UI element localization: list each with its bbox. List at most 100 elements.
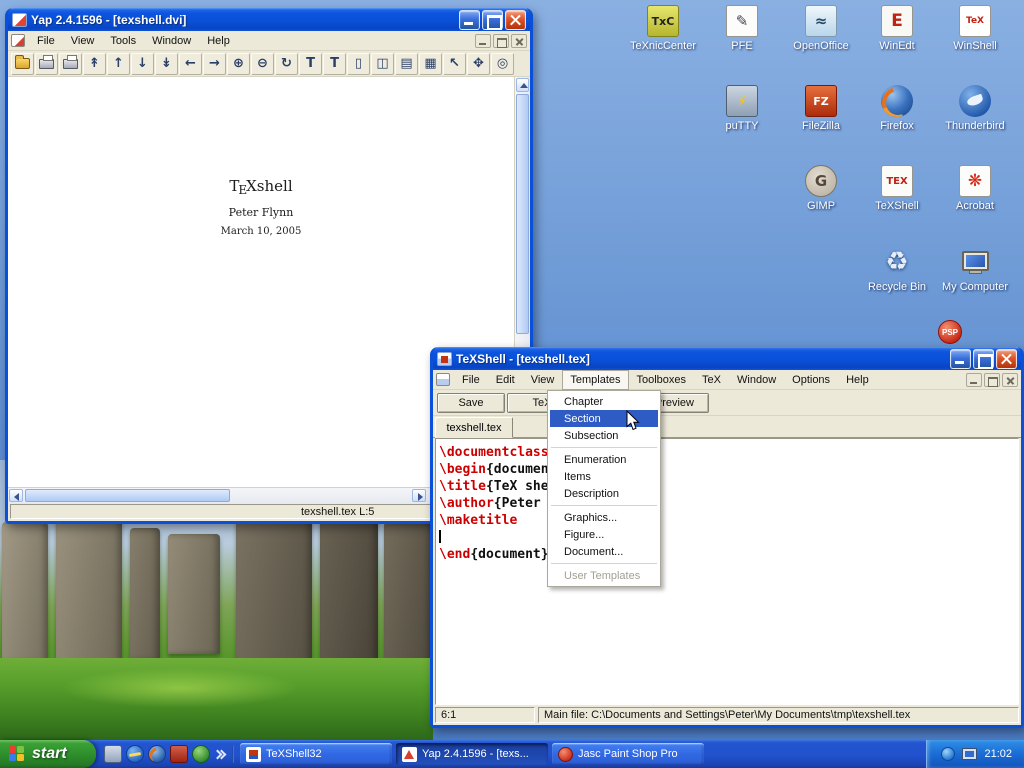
menu-item-enumeration[interactable]: Enumeration — [550, 451, 658, 468]
desktop-icon-acrobat[interactable]: ❋ Acrobat — [939, 165, 1011, 212]
child-restore-button[interactable] — [493, 34, 509, 48]
internet-explorer-icon[interactable] — [126, 745, 144, 763]
menu-window[interactable]: Window — [144, 31, 199, 51]
continuous-two-pages-button[interactable]: ▦ — [419, 53, 442, 75]
hand-tool-button[interactable]: ✥ — [467, 53, 490, 75]
quicklaunch-app-icon[interactable] — [104, 745, 122, 763]
child-close-button[interactable] — [1002, 373, 1018, 387]
scroll-left-button[interactable] — [9, 489, 23, 502]
continuous-button[interactable]: ▤ — [395, 53, 418, 75]
minimize-button[interactable] — [950, 349, 971, 369]
menu-window[interactable]: Window — [729, 370, 784, 390]
menu-help[interactable]: Help — [838, 370, 877, 390]
yap-titlebar[interactable]: Yap 2.4.1596 - [texshell.dvi] — [8, 8, 530, 31]
menu-options[interactable]: Options — [784, 370, 838, 390]
desktop-icon-openoffice[interactable]: ≈ OpenOffice — [785, 5, 857, 52]
desktop-icon-recycle-bin[interactable]: ♻ Recycle Bin — [861, 246, 933, 293]
code-line: \end{document} — [439, 546, 1015, 563]
menu-templates[interactable]: Templates — [562, 370, 628, 390]
texshell-titlebar[interactable]: TeXShell - [texshell.tex] — [433, 347, 1021, 370]
zoom-out-button[interactable]: ⊖ — [251, 53, 274, 75]
select-tool-button[interactable]: ↖ — [443, 53, 466, 75]
first-page-button[interactable]: ↟ — [83, 53, 106, 75]
desktop-icon-gimp[interactable]: G GIMP — [785, 165, 857, 212]
save-button[interactable]: Save — [437, 393, 505, 413]
close-button[interactable] — [505, 10, 526, 30]
taskbar-button-paint-shop-pro[interactable]: Jasc Paint Shop Pro — [552, 743, 704, 765]
print-setup-button[interactable] — [59, 53, 82, 75]
menu-view[interactable]: View — [523, 370, 563, 390]
desktop-icon-filezilla[interactable]: FZ FileZilla — [785, 85, 857, 132]
print-button[interactable] — [35, 53, 58, 75]
desktop-icon-pfe[interactable]: ✎ PFE — [706, 5, 778, 52]
menu-item-subsection[interactable]: Subsection — [550, 427, 658, 444]
child-restore-button[interactable] — [984, 373, 1000, 387]
menu-item-graphics[interactable]: Graphics... — [550, 509, 658, 526]
quicklaunch-app-icon[interactable] — [170, 745, 188, 763]
zoom-in-button[interactable]: ⊕ — [227, 53, 250, 75]
scroll-thumb[interactable] — [25, 489, 230, 502]
desktop-icon-winedt[interactable]: E WinEdt — [861, 5, 933, 52]
desktop-icon-texniccenter[interactable]: TxC TeXnicCenter — [627, 5, 699, 52]
menu-toolboxes[interactable]: Toolboxes — [629, 370, 695, 390]
back-button[interactable]: ← — [179, 53, 202, 75]
menu-help[interactable]: Help — [199, 31, 238, 51]
taskbar-divider — [232, 745, 234, 763]
forward-button[interactable]: → — [203, 53, 226, 75]
close-button[interactable] — [996, 349, 1017, 369]
code-editor[interactable]: \documentclass{\begin{document\title{TeX… — [435, 438, 1019, 705]
desktop-icon-firefox[interactable]: Firefox — [861, 85, 933, 132]
maximize-button[interactable] — [973, 349, 994, 369]
menu-tools[interactable]: Tools — [102, 31, 144, 51]
two-pages-button[interactable]: ◫ — [371, 53, 394, 75]
menu-file[interactable]: File — [29, 31, 63, 51]
menu-item-chapter[interactable]: Chapter — [550, 393, 658, 410]
desktop-icon-winshell[interactable]: TeX WinShell — [939, 5, 1011, 52]
next-page-button[interactable]: ↓ — [131, 53, 154, 75]
tray-network-icon[interactable] — [962, 748, 977, 760]
tray-status-icon[interactable] — [941, 747, 955, 761]
desktop-icon-thunderbird[interactable]: Thunderbird — [939, 85, 1011, 132]
menu-edit[interactable]: Edit — [488, 370, 523, 390]
mouse-cursor — [626, 410, 640, 431]
tab-texshell-tex[interactable]: texshell.tex — [435, 417, 513, 438]
start-button[interactable]: start — [0, 740, 96, 768]
desktop-icon-texshell[interactable]: TEX TeXShell — [861, 165, 933, 212]
child-close-button[interactable] — [511, 34, 527, 48]
menu-item-description[interactable]: Description — [550, 485, 658, 502]
menu-tex[interactable]: TeX — [694, 370, 729, 390]
last-page-button[interactable]: ↡ — [155, 53, 178, 75]
open-button[interactable] — [11, 53, 34, 75]
single-page-button[interactable]: ▯ — [347, 53, 370, 75]
firefox-icon[interactable] — [148, 745, 166, 763]
desktop-icon-my-computer[interactable]: My Computer — [939, 246, 1011, 293]
stone — [320, 512, 378, 680]
text-mode-button[interactable]: T — [299, 53, 322, 75]
minimize-button[interactable] — [459, 10, 480, 30]
menu-item-section[interactable]: Section — [550, 410, 658, 427]
menu-separator — [551, 505, 657, 506]
scroll-thumb[interactable] — [516, 94, 529, 334]
refresh-button[interactable]: ↻ — [275, 53, 298, 75]
maximize-button[interactable] — [482, 10, 503, 30]
scroll-right-button[interactable] — [412, 489, 426, 502]
magnifier-tool-button[interactable]: ◎ — [491, 53, 514, 75]
taskbar-button-yap[interactable]: Yap 2.4.1596 - [texs... — [396, 743, 548, 765]
desktop-icon-label: OpenOffice — [785, 40, 857, 52]
taskbar-button-texshell32[interactable]: TeXShell32 — [240, 743, 392, 765]
child-minimize-button[interactable] — [475, 34, 491, 48]
menu-file[interactable]: File — [454, 370, 488, 390]
pk-mode-button[interactable]: T — [323, 53, 346, 75]
texshell-body: FileEditViewTemplatesToolboxesTeXWindowO… — [433, 370, 1021, 725]
child-minimize-button[interactable] — [966, 373, 982, 387]
scroll-up-button[interactable] — [516, 78, 529, 92]
menu-item-document[interactable]: Document... — [550, 543, 658, 560]
menu-view[interactable]: View — [63, 31, 103, 51]
desktop-icon-paint-shop-pro[interactable]: PSP — [928, 320, 972, 344]
quicklaunch-app-icon[interactable] — [192, 745, 210, 763]
menu-item-items[interactable]: Items — [550, 468, 658, 485]
desktop-icon-putty[interactable]: ⚡ puTTY — [706, 85, 778, 132]
menu-item-figure[interactable]: Figure... — [550, 526, 658, 543]
previous-page-button[interactable]: ↑ — [107, 53, 130, 75]
quicklaunch-overflow-chevron[interactable] — [214, 745, 224, 763]
